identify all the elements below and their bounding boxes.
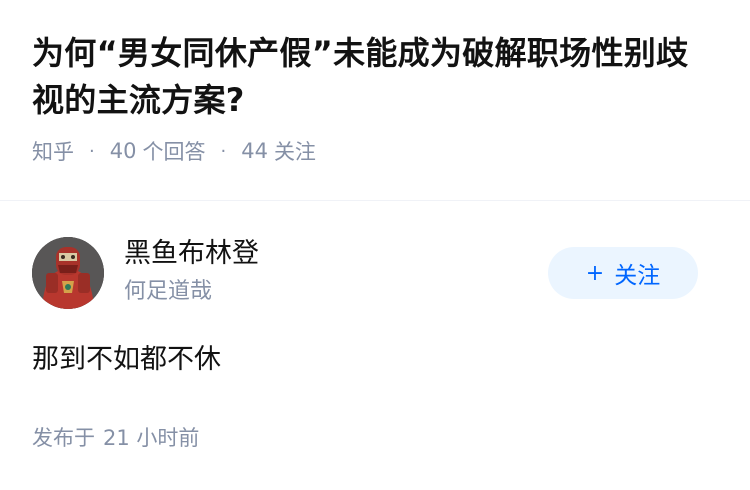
published-label: 发布于 xyxy=(32,426,95,450)
answer-content[interactable]: 那到不如都不休 xyxy=(32,340,221,380)
avatar-image-icon xyxy=(32,237,104,309)
author-bio: 何足道哉 xyxy=(124,279,213,304)
avatar[interactable] xyxy=(32,237,104,309)
answer-meta: 发布于 21 小时前 xyxy=(32,423,199,453)
answer-count-label[interactable]: 个回答 xyxy=(142,136,205,166)
question-title[interactable]: 为何“男女同休产假”未能成为破解职场性别歧视的主流方案? xyxy=(32,30,718,124)
author-info: 黑鱼布林登 何足道哉 + 关注 xyxy=(32,235,718,309)
meta-separator: · xyxy=(89,140,95,162)
follow-count-label: 关注 xyxy=(273,140,316,164)
answer-count: 40 xyxy=(109,139,137,163)
follow-count: 44 xyxy=(241,139,268,163)
divider xyxy=(0,200,750,201)
question-meta: 知乎 · 40 个回答 · 44 关注 xyxy=(32,136,718,166)
follow-button-label: 关注 xyxy=(614,263,661,289)
follow-button[interactable]: + 关注 xyxy=(548,247,698,299)
author-name[interactable]: 黑鱼布林登 xyxy=(124,235,259,273)
source-label[interactable]: 知乎 xyxy=(32,136,74,166)
published-time: 21 小时前 xyxy=(103,426,200,450)
question-header: 为何“男女同休产假”未能成为破解职场性别歧视的主流方案? 知乎 · 40 个回答… xyxy=(0,0,750,166)
plus-icon: + xyxy=(585,260,605,286)
meta-separator: · xyxy=(220,140,227,162)
